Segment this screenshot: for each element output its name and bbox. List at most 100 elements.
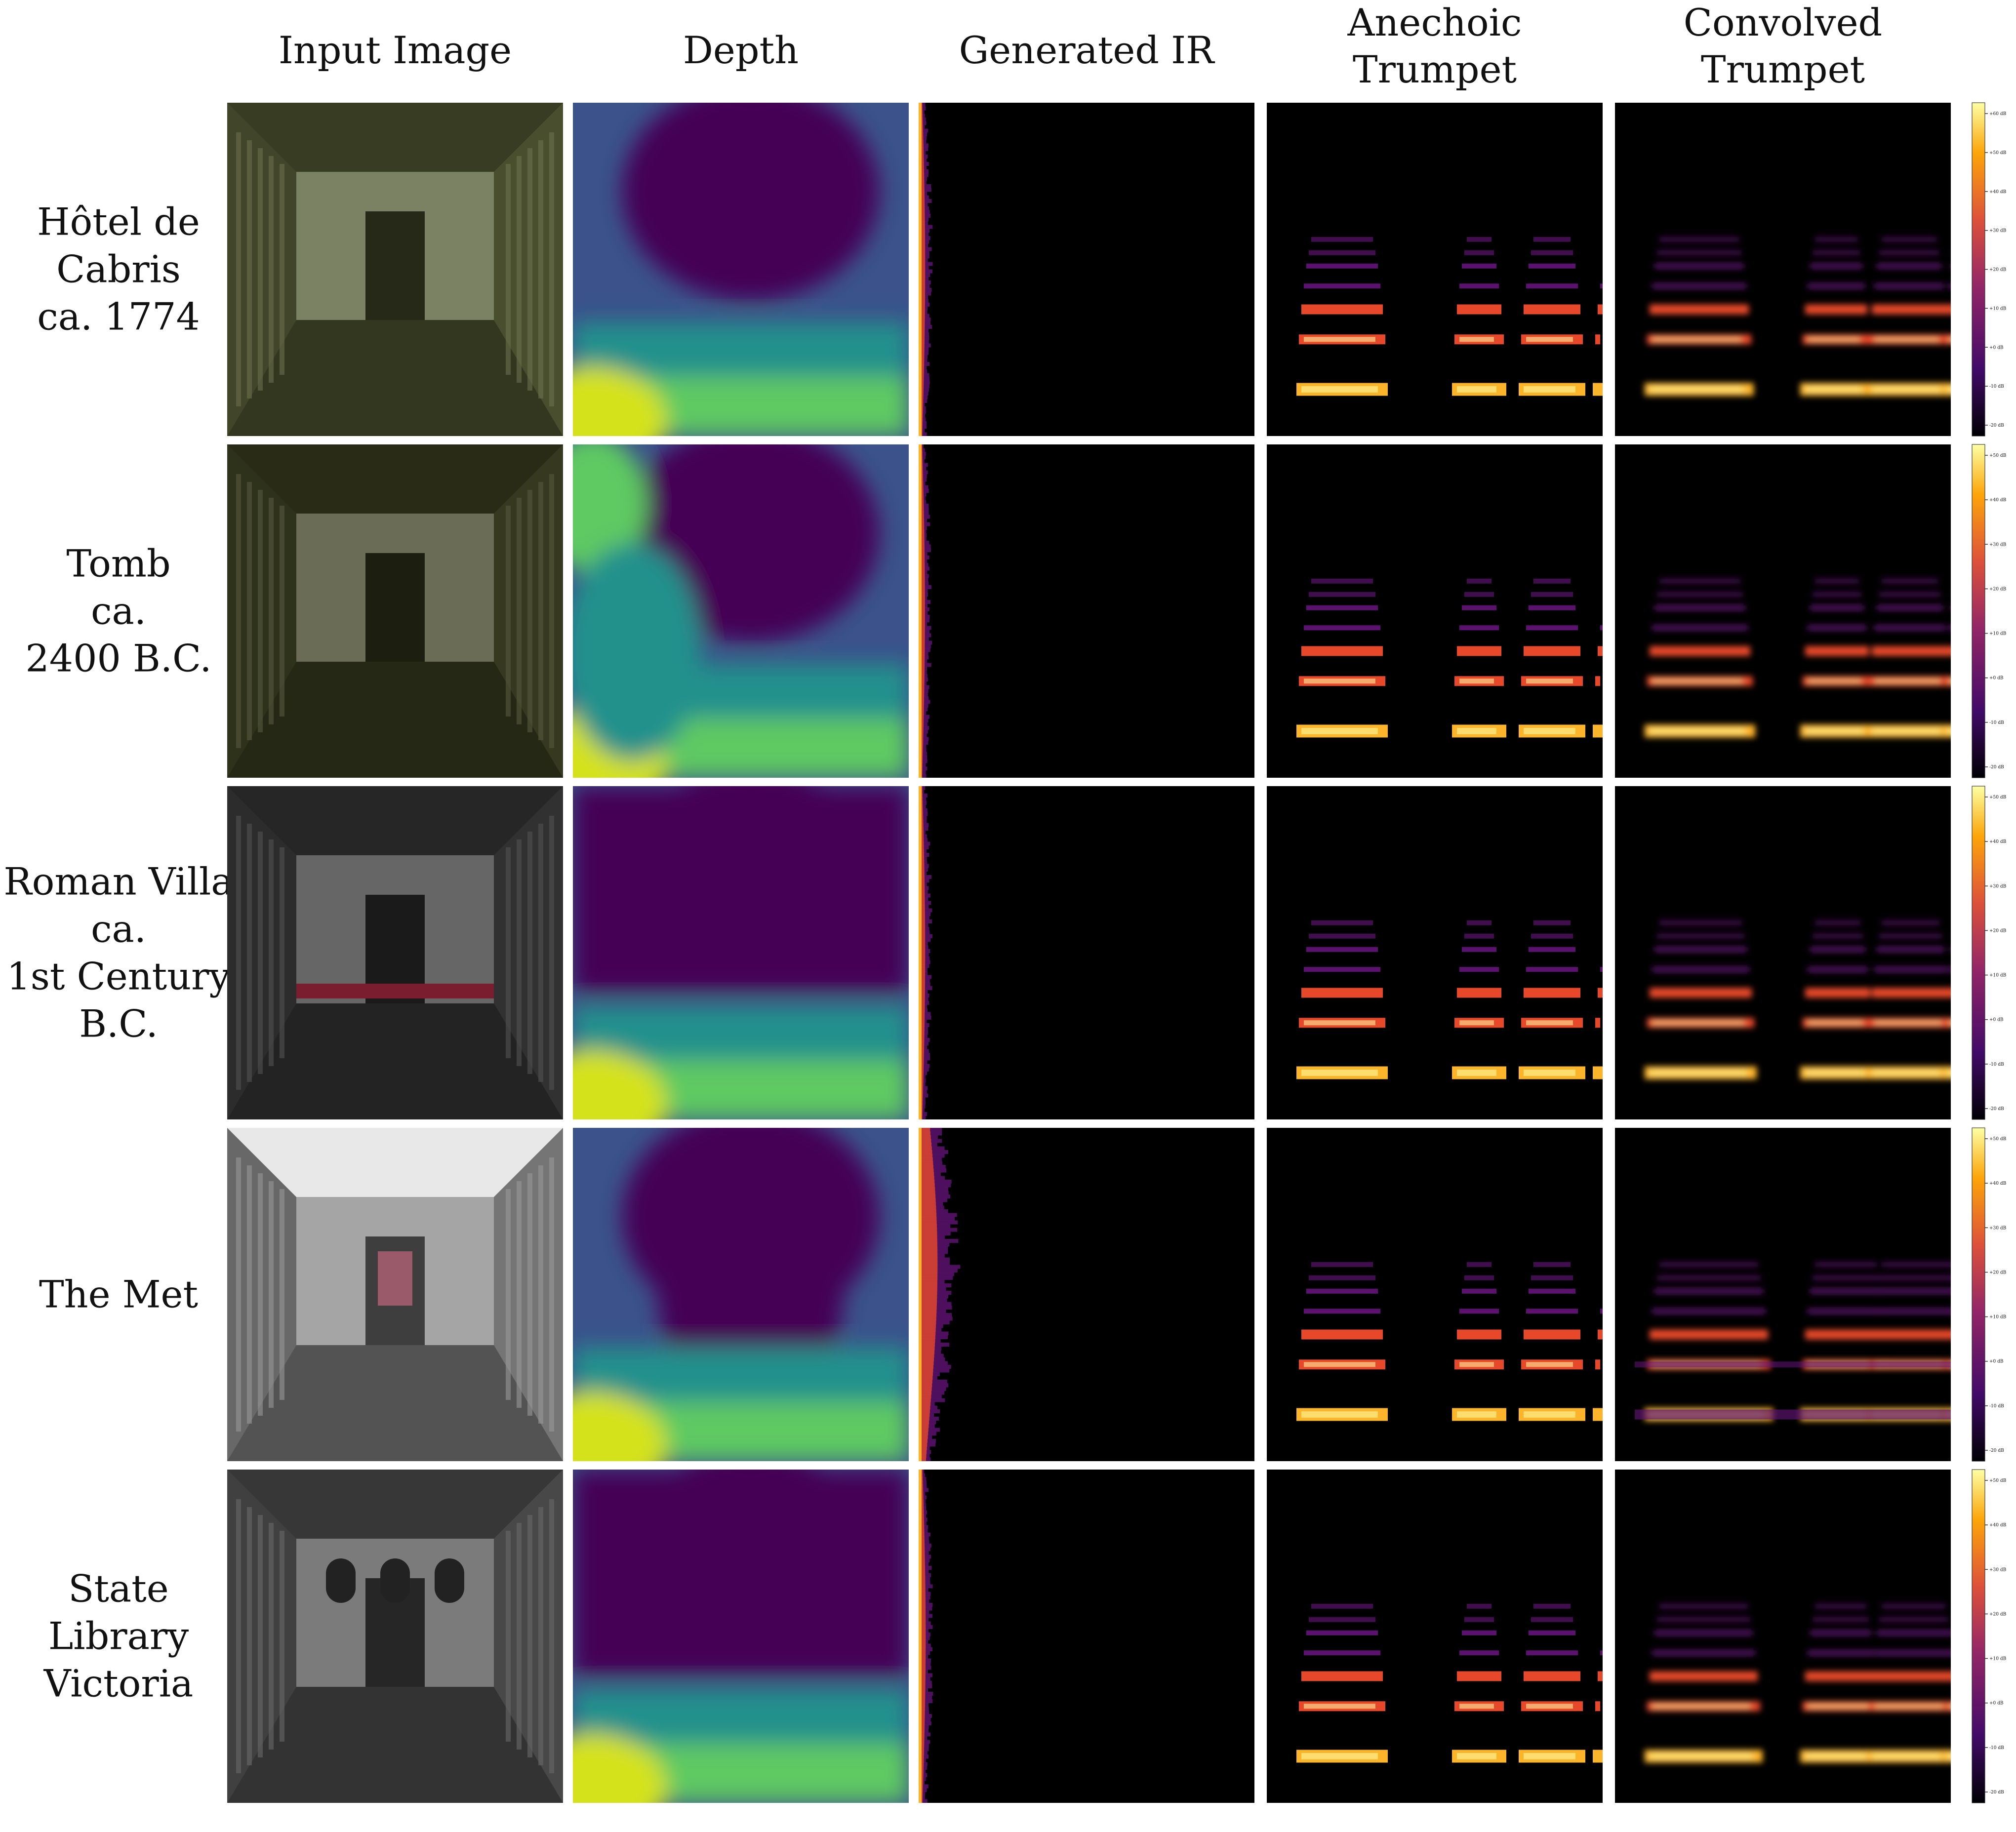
colorbar-tick-label: +10 dB bbox=[1989, 632, 2007, 637]
colorbar-tick-label: +30 dB bbox=[1989, 229, 2007, 234]
harmonic-peak bbox=[1304, 337, 1375, 342]
ir-bin bbox=[919, 663, 922, 667]
ir-bin bbox=[919, 1101, 922, 1105]
depth-far bbox=[622, 103, 879, 300]
harmonic bbox=[1810, 263, 1862, 269]
harmonic bbox=[1526, 283, 1578, 289]
harmonic bbox=[1808, 1650, 1874, 1656]
ir-bin bbox=[919, 1161, 922, 1165]
harmonic bbox=[1306, 605, 1378, 610]
ir-bin bbox=[919, 1112, 922, 1116]
anechoic-trumpet-panel bbox=[1267, 786, 1603, 1119]
ir-bin bbox=[919, 763, 922, 767]
ir-bin bbox=[919, 1071, 922, 1075]
ir-bin bbox=[919, 1004, 922, 1009]
harmonic bbox=[1593, 383, 1603, 396]
ir-bin bbox=[919, 1551, 922, 1555]
ir-bin bbox=[919, 136, 922, 140]
ir-bin bbox=[919, 444, 922, 448]
ir-bin bbox=[919, 640, 922, 645]
row-label: Roman Villa bbox=[3, 860, 233, 904]
ir-bin bbox=[919, 1680, 922, 1685]
figure-grid: +60 dB +50 dB +40 dB +30 dB +20 dB +10 dB +0 d… bbox=[227, 102, 2007, 1803]
ir-bin bbox=[919, 566, 922, 571]
harmonic bbox=[1941, 1066, 1951, 1079]
colorbar-tick-label: +30 dB bbox=[1989, 542, 2007, 547]
harmonic bbox=[1593, 1750, 1603, 1763]
ir-bin bbox=[919, 1269, 922, 1273]
ir-bin bbox=[919, 1658, 922, 1663]
ir-bin bbox=[919, 1139, 922, 1143]
ir-bin bbox=[919, 1150, 922, 1154]
ir-bin bbox=[919, 975, 922, 979]
ir-bin bbox=[919, 106, 922, 111]
ir-bin bbox=[919, 603, 922, 608]
ir-bin bbox=[919, 1257, 922, 1262]
ir-bin bbox=[919, 395, 922, 399]
ir-bin bbox=[919, 1232, 922, 1235]
ir-bin bbox=[919, 121, 922, 125]
ir-bin bbox=[919, 314, 922, 318]
harmonic bbox=[1650, 1329, 1768, 1340]
ir-bin bbox=[919, 607, 922, 611]
harmonic bbox=[1526, 967, 1578, 972]
ir-bin bbox=[919, 897, 922, 901]
ir-bin bbox=[919, 1183, 922, 1188]
harmonic-peak bbox=[1805, 728, 1864, 734]
panel bbox=[258, 832, 263, 1074]
ir-bin bbox=[919, 1306, 922, 1310]
harmonic bbox=[1306, 1630, 1378, 1635]
panel bbox=[538, 1165, 543, 1424]
panel bbox=[549, 1499, 554, 1773]
harmonic bbox=[1652, 967, 1749, 972]
ir-bin bbox=[919, 1503, 922, 1507]
harmonic bbox=[1304, 967, 1380, 972]
harmonic bbox=[1595, 1701, 1600, 1712]
ir-bg bbox=[919, 786, 1254, 1119]
harmonic-peak bbox=[1652, 337, 1741, 342]
ir-bin bbox=[919, 1027, 922, 1031]
harmonic bbox=[1657, 1275, 1761, 1280]
ir-bin bbox=[919, 1097, 922, 1101]
ir-bin bbox=[919, 492, 922, 497]
ir-bin bbox=[919, 1769, 922, 1774]
ir-bin bbox=[919, 518, 922, 522]
ir-bin bbox=[919, 849, 922, 853]
ir-bin bbox=[919, 1213, 922, 1217]
figure-row: +50 dB +40 dB +30 dB +20 dB +10 dB +0 dB -10 d… bbox=[227, 444, 2007, 778]
ir-bin bbox=[919, 114, 922, 118]
harmonic bbox=[1309, 933, 1375, 939]
ir-bin bbox=[919, 388, 922, 392]
ir-bin bbox=[919, 410, 922, 414]
ir-bg bbox=[919, 1128, 1254, 1461]
ir-bg bbox=[919, 1470, 1254, 1803]
ir-bin bbox=[919, 377, 922, 381]
panel bbox=[527, 1515, 532, 1757]
colorbar-tick-label: +10 dB bbox=[1989, 1657, 2007, 1662]
harmonic bbox=[1598, 646, 1603, 656]
harmonic bbox=[1459, 1650, 1499, 1656]
colorbar-tick-label: +20 dB bbox=[1989, 1612, 2007, 1617]
ir-bin bbox=[919, 729, 922, 734]
harmonic bbox=[1813, 250, 1860, 255]
panel bbox=[236, 1157, 241, 1432]
panel bbox=[517, 156, 522, 383]
harmonic bbox=[1659, 578, 1740, 584]
panel bbox=[549, 816, 554, 1090]
ir-bin bbox=[919, 912, 922, 916]
ir-bin bbox=[919, 689, 922, 693]
ir-bin bbox=[919, 737, 922, 741]
depth-far bbox=[573, 786, 909, 994]
ir-bin bbox=[919, 667, 922, 671]
ir-bin bbox=[919, 206, 922, 210]
harmonic bbox=[1605, 592, 1610, 597]
column-header: Generated IR bbox=[959, 28, 1216, 72]
harmonic-peak bbox=[1526, 678, 1573, 684]
harmonic-peak bbox=[1459, 1020, 1494, 1026]
harmonic bbox=[1533, 920, 1571, 925]
colorbar-tick-label: +50 dB bbox=[1989, 795, 2007, 800]
ir-bin bbox=[919, 1394, 922, 1398]
harmonic bbox=[1877, 947, 1944, 952]
ir-bin bbox=[919, 766, 922, 771]
ir-bin bbox=[919, 1610, 922, 1614]
